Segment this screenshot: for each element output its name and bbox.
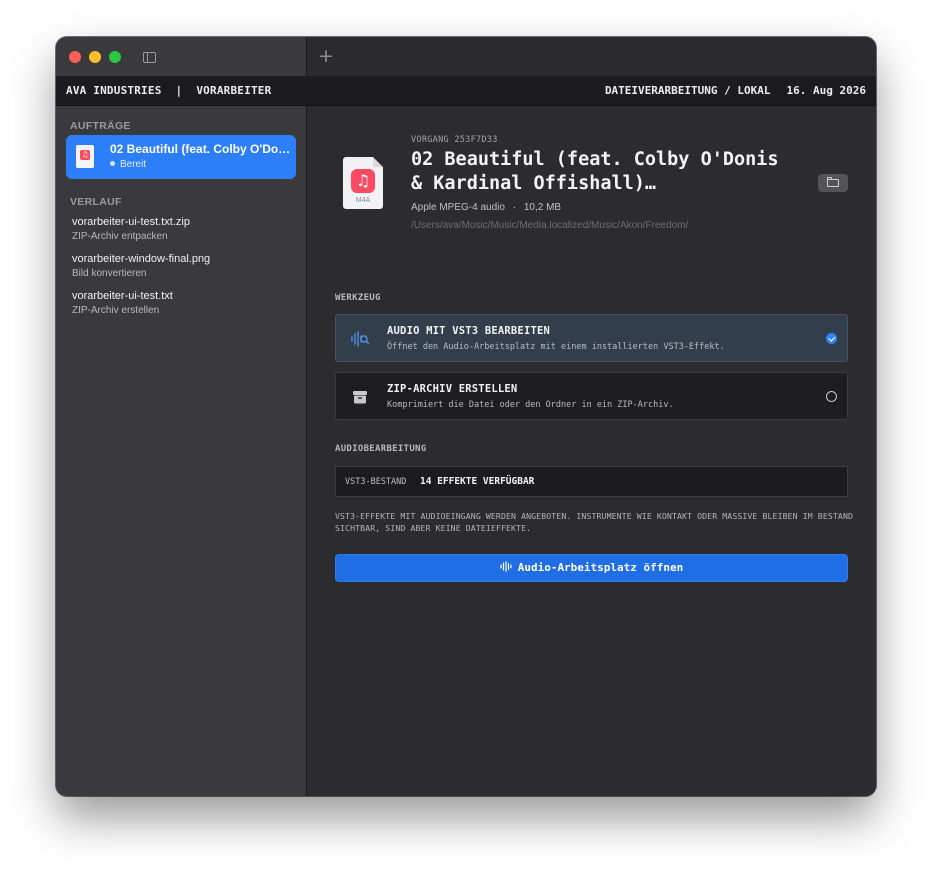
music-note-icon: ♫ <box>351 169 375 193</box>
job-item-selected[interactable]: ♫ 02 Beautiful (feat. Colby O'Donis & Ka… <box>66 135 296 179</box>
history-item[interactable]: vorarbeiter-ui-test.txt ZIP-Archiv erste… <box>72 290 173 316</box>
history-item[interactable]: vorarbeiter-ui-test.txt.zip ZIP-Archiv e… <box>72 216 190 242</box>
title-bar: + <box>56 37 876 76</box>
tool-description: Komprimiert die Datei oder den Ordner in… <box>387 400 674 410</box>
radio-unchecked-icon[interactable] <box>826 391 837 402</box>
history-item-title: vorarbeiter-ui-test.txt <box>72 290 173 302</box>
tool-description: Öffnet den Audio-Arbeitsplatz mit einem … <box>387 342 725 352</box>
radio-checked-icon[interactable] <box>826 333 837 344</box>
tool-option-vst3[interactable]: AUDIO MIT VST3 BEARBEITEN Öffnet den Aud… <box>335 314 848 362</box>
file-meta: Apple MPEG-4 audio · 10,2 MB <box>411 202 561 213</box>
tools-section-label: WERKZEUG <box>335 293 381 303</box>
zoom-window-button[interactable] <box>109 51 121 63</box>
processing-mode: DATEIVERARBEITUNG / LOKAL <box>604 84 771 97</box>
history-item-title: vorarbeiter-ui-test.txt.zip <box>72 216 190 228</box>
history-item[interactable]: vorarbeiter-window-final.png Bild konver… <box>72 253 210 279</box>
brand: AVA INDUSTRIES | VORARBEITER <box>66 84 271 97</box>
job-title: 02 Beautiful (feat. Colby O'Donis & Kard… <box>110 142 292 156</box>
brand-separator: | <box>175 84 183 97</box>
status-dot-icon <box>110 161 115 166</box>
sidebar-toggle-icon[interactable] <box>143 52 156 63</box>
file-path: /Users/ava/Music/Music/Media.localized/M… <box>411 220 689 231</box>
minimize-window-button[interactable] <box>89 51 101 63</box>
file-type: Apple MPEG-4 audio <box>411 202 505 213</box>
history-item-action: ZIP-Archiv erstellen <box>72 305 160 316</box>
status-bar: AVA INDUSTRIES | VORARBEITER DATEIVERARBEI… <box>56 76 876 106</box>
vst3-inventory-value: 14 EFFEKTE VERFÜGBAR <box>420 476 535 487</box>
waveform-icon <box>500 561 512 572</box>
audio-section-label: AUDIOBEARBEITUNG <box>335 444 427 454</box>
m4a-file-icon: ♫ M4A <box>343 157 385 209</box>
reveal-in-folder-button[interactable] <box>818 174 848 192</box>
tool-option-zip[interactable]: ZIP-ARCHIV ERSTELLEN Komprimiert die Dat… <box>335 372 848 420</box>
file-extension: M4A <box>355 197 371 204</box>
tool-title: ZIP-ARCHIV ERSTELLEN <box>387 383 518 395</box>
meta-separator: · <box>512 202 517 213</box>
history-section-label: VERLAUF <box>70 196 122 208</box>
history-item-action: Bild konvertieren <box>72 268 147 279</box>
process-id: VORGANG 253F7D33 <box>411 135 498 145</box>
vst3-note: VST3-EFFEKTE MIT AUDIOEINGANG WERDEN ANG… <box>335 511 854 533</box>
app-name: VORARBEITER <box>196 84 272 97</box>
file-title: 02 Beautiful (feat. Colby O'Donis & Kard… <box>411 149 779 194</box>
new-tab-button[interactable]: + <box>318 45 334 67</box>
history-item-title: vorarbeiter-window-final.png <box>72 253 211 265</box>
folder-icon <box>827 177 839 187</box>
audio-waveform-icon <box>351 331 370 347</box>
vst3-inventory-label: VST3-BESTAND <box>345 477 407 487</box>
file-size: 10,2 MB <box>523 202 562 213</box>
job-status: Bereit <box>110 159 146 170</box>
sidebar: AUFTRÄGE ♫ 02 Beautiful (feat. Colby O'D… <box>56 106 307 796</box>
open-audio-workspace-button[interactable]: Audio-Arbeitsplatz öffnen <box>335 554 848 582</box>
app-window: + AVA INDUSTRIES | VORARBEITER DATEIVERARB… <box>56 37 876 796</box>
jobs-section-label: AUFTRÄGE <box>70 120 131 132</box>
current-date: 16. Aug 2026 <box>786 84 866 97</box>
history-item-action: ZIP-Archiv entpacken <box>72 231 168 242</box>
close-window-button[interactable] <box>69 51 81 63</box>
status-info: DATEIVERARBEITUNG / LOKAL 16. Aug 2026 <box>605 84 866 97</box>
button-label: Audio-Arbeitsplatz öffnen <box>517 561 684 574</box>
archive-box-icon <box>353 391 367 404</box>
main-panel: VORGANG 253F7D33 ♫ M4A 02 Beautiful (fea… <box>307 106 876 796</box>
company-name: AVA INDUSTRIES <box>66 84 162 97</box>
vst3-inventory: VST3-BESTAND 14 EFFEKTE VERFÜGBAR <box>335 466 848 497</box>
tool-title: AUDIO MIT VST3 BEARBEITEN <box>387 325 551 337</box>
music-file-icon: ♫ <box>76 145 94 168</box>
sidebar-titlebar <box>56 37 307 76</box>
